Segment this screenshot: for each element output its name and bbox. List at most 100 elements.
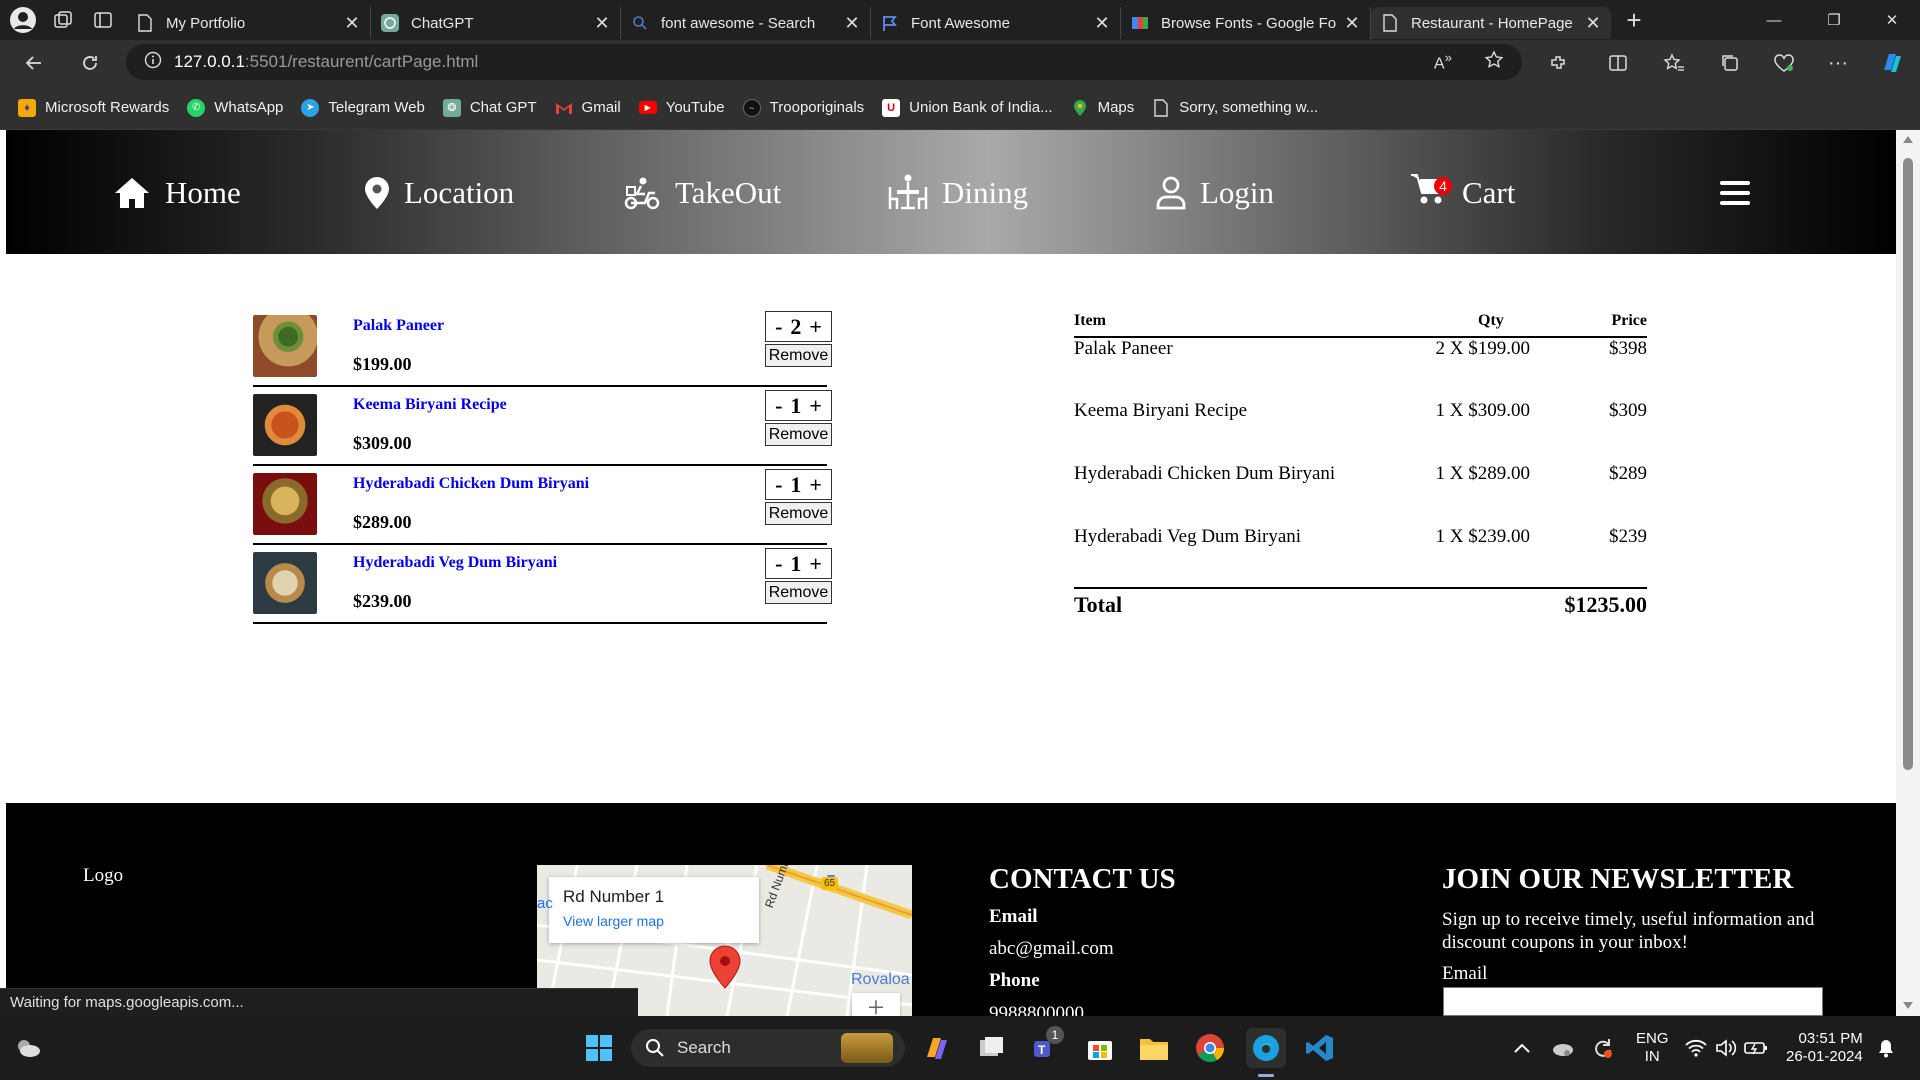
edge-icon[interactable] [1246,1028,1286,1068]
battery-icon[interactable] [1736,1028,1776,1068]
remove-button[interactable]: Remove [765,344,832,367]
copilot-pre-icon[interactable] [917,1028,957,1068]
tab-chatgpt[interactable]: ChatGPT ✕ [371,7,621,39]
file-explorer-icon[interactable] [1134,1028,1174,1068]
page-scrollbar[interactable] [1896,130,1920,1016]
remove-button[interactable]: Remove [765,581,832,604]
union-bank-icon: U [882,98,901,117]
summary-qty: 1 X $239.00 [1435,526,1530,547]
task-view-icon[interactable] [972,1028,1012,1068]
close-icon[interactable]: ✕ [1585,13,1601,34]
nav-cart[interactable]: 4 Cart [1410,168,1515,218]
back-icon[interactable] [14,43,54,83]
sync-icon[interactable] [1582,1028,1622,1068]
view-larger-map-link[interactable]: View larger map [563,913,664,929]
weather-icon[interactable] [8,1028,48,1068]
new-tab-icon[interactable]: + [1617,3,1651,37]
hamburger-menu-icon[interactable] [1720,168,1764,218]
window-close-icon[interactable]: ✕ [1864,0,1920,40]
bookmark-union-bank[interactable]: U Union Bank of India... [882,98,1053,117]
close-icon[interactable]: ✕ [344,13,360,34]
item-name[interactable]: Hyderabadi Veg Dum Biryani [353,554,557,572]
browser-essentials-icon[interactable] [1764,43,1804,83]
remove-button[interactable]: Remove [765,502,832,525]
profile-icon[interactable] [6,3,40,37]
bookmark-trooporiginals[interactable]: ~ Trooporiginals [742,98,864,117]
zoom-in-button[interactable]: + [852,991,900,1016]
tab-font-awesome-search[interactable]: font awesome - Search ✕ [621,7,871,39]
microsoft-store-icon[interactable] [1080,1028,1120,1068]
bookmark-telegram[interactable]: ➤ Telegram Web [301,98,425,117]
tab-google-fonts[interactable]: Browse Fonts - Google Fo ✕ [1121,7,1371,39]
more-options-icon[interactable]: ··· [1818,43,1858,83]
item-name[interactable]: Palak Paneer [353,317,444,335]
chrome-icon[interactable] [1190,1028,1230,1068]
bookmark-sorry[interactable]: Sorry, something w... [1152,98,1318,117]
close-icon[interactable]: ✕ [844,13,860,34]
item-name[interactable]: Hyderabadi Chicken Dum Biryani [353,475,589,493]
nav-home[interactable]: Home [113,168,241,218]
split-screen-icon[interactable] [1598,43,1638,83]
nav-dining[interactable]: Dining [888,168,1028,218]
address-bar[interactable]: 127.0.0.1:5501/restaurent/cartPage.html … [126,44,1522,80]
nav-location[interactable]: Location [364,168,514,218]
decrease-button[interactable]: - [775,551,782,577]
start-windows-icon[interactable] [579,1028,619,1068]
tab-actions-icon[interactable] [86,3,120,37]
nav-login[interactable]: Login [1156,168,1274,218]
nav-label: Cart [1462,175,1516,210]
collections-icon[interactable] [1710,43,1750,83]
scroll-down-arrow-icon[interactable] [1903,1002,1913,1009]
bookmark-whatsapp[interactable]: ✆ WhatsApp [187,98,284,117]
system-clock[interactable]: 03:51 PM 26-01-2024 [1786,1030,1863,1066]
bookmark-chatgpt[interactable]: ❂ Chat GPT [442,98,537,117]
email-label: Email [989,906,1038,927]
refresh-icon[interactable] [70,43,110,83]
restore-icon[interactable]: ❐ [1806,0,1862,40]
bookmark-label: WhatsApp [214,99,284,116]
favorites-icon[interactable] [1654,43,1694,83]
vscode-icon[interactable] [1300,1028,1340,1068]
show-hidden-icons-chevron-icon[interactable] [1502,1028,1542,1068]
bookmark-microsoft-rewards[interactable]: ♦ Microsoft Rewards [18,98,169,117]
taskbar-search-box[interactable]: Search [631,1029,905,1067]
copilot-icon[interactable] [1872,43,1912,83]
decrease-button[interactable]: - [775,472,782,498]
close-icon[interactable]: ✕ [1094,13,1110,34]
onedrive-icon[interactable] [1542,1028,1582,1068]
input-language-indicator[interactable]: ENG IN [1636,1030,1669,1066]
extensions-icon[interactable] [1538,43,1578,83]
close-icon[interactable]: ✕ [1344,13,1360,34]
newsletter-email-input[interactable] [1443,987,1823,1016]
tab-font-awesome[interactable]: Font Awesome ✕ [871,7,1121,39]
increase-button[interactable]: + [809,314,822,340]
quantity-stepper: -1 + [765,548,832,579]
close-icon[interactable]: ✕ [594,13,610,34]
bookmark-youtube[interactable]: ▶ YouTube [638,99,725,116]
remove-button[interactable]: Remove [765,423,832,446]
tab-restaurant-homepage[interactable]: Restaurant - HomePage ✕ [1371,7,1611,39]
read-aloud-icon[interactable]: A» [1434,50,1452,73]
nav-takeout[interactable]: TakeOut [623,168,781,218]
scrollbar-thumb[interactable] [1903,158,1913,770]
workspaces-icon[interactable] [46,3,80,37]
item-name[interactable]: Keema Biryani Recipe [353,396,507,414]
bookmark-label: Maps [1097,99,1135,116]
decrease-button[interactable]: - [775,314,782,340]
increase-button[interactable]: + [809,393,822,419]
flag-icon [881,14,899,32]
decrease-button[interactable]: - [775,393,782,419]
bookmark-maps[interactable]: Maps [1071,99,1135,117]
site-info-icon[interactable] [144,51,162,74]
scroll-up-arrow-icon[interactable] [1903,136,1913,143]
increase-button[interactable]: + [809,472,822,498]
increase-button[interactable]: + [809,551,822,577]
phone-value: 9988800000 [989,1003,1084,1016]
notification-bell-icon[interactable] [1866,1028,1906,1068]
tab-my-portfolio[interactable]: My Portfolio ✕ [126,7,371,39]
minimize-icon[interactable]: — [1746,0,1802,40]
tab-title: Font Awesome [911,14,1010,32]
favorite-star-icon[interactable] [1484,49,1504,75]
teams-icon[interactable]: T 1 [1026,1026,1066,1068]
bookmark-gmail[interactable]: Gmail [555,99,621,117]
